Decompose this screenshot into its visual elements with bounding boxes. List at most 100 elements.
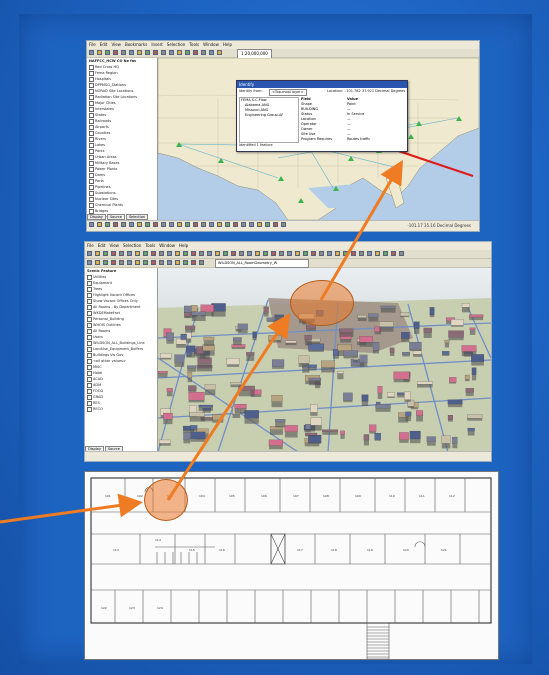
layer-checkbox[interactable]	[89, 94, 94, 100]
toolbar-button[interactable]	[127, 251, 132, 256]
layer-checkbox[interactable]	[87, 286, 92, 292]
layer-checkbox[interactable]	[89, 100, 94, 106]
menu-item[interactable]: Edit	[98, 243, 106, 248]
toolbar-button[interactable]	[111, 251, 116, 256]
toolbar-button[interactable]	[169, 50, 174, 55]
toolbar-button[interactable]	[231, 251, 236, 256]
layer-checkbox[interactable]	[87, 394, 92, 400]
layer-checkbox[interactable]	[89, 196, 94, 202]
toolbar-button[interactable]	[137, 222, 142, 227]
toolbar-button[interactable]	[271, 251, 276, 256]
toolbar-button[interactable]	[151, 260, 156, 265]
layer-checkbox[interactable]	[87, 274, 92, 280]
toolbar-button[interactable]	[151, 251, 156, 256]
menu-item[interactable]: Window	[203, 42, 219, 47]
toolbar-button[interactable]	[359, 251, 364, 256]
toolbar-button[interactable]	[399, 251, 404, 256]
toolbar-button[interactable]	[233, 222, 238, 227]
toolbar-button[interactable]	[335, 251, 340, 256]
menu-item[interactable]: File	[87, 243, 94, 248]
toolbar-button[interactable]	[175, 251, 180, 256]
toolbar-button[interactable]	[105, 222, 110, 227]
toolbar-button[interactable]	[287, 251, 292, 256]
layer-checkbox[interactable]	[87, 352, 92, 358]
menu-item[interactable]: Help	[179, 243, 188, 248]
layer-checkbox[interactable]	[89, 76, 94, 82]
toolbar-button[interactable]	[191, 251, 196, 256]
toolbar-button[interactable]	[167, 260, 172, 265]
toolbar-button[interactable]	[183, 251, 188, 256]
layer-checkbox[interactable]	[87, 376, 92, 382]
layer-checkbox[interactable]	[87, 298, 92, 304]
site-marker[interactable]	[218, 158, 224, 163]
layer-checkbox[interactable]	[89, 88, 94, 94]
menu-item[interactable]: Edit	[100, 42, 108, 47]
toolbar-button[interactable]	[343, 251, 348, 256]
toolbar-button[interactable]	[169, 222, 174, 227]
toolbar-button[interactable]	[177, 222, 182, 227]
layer-checkbox[interactable]	[89, 148, 94, 154]
menu-item[interactable]: Tools	[189, 42, 199, 47]
toolbar-button[interactable]	[103, 260, 108, 265]
toolbar-button[interactable]	[239, 251, 244, 256]
toolbar-button[interactable]	[223, 251, 228, 256]
toolbar-button[interactable]	[87, 260, 92, 265]
layer-checkbox[interactable]	[87, 310, 92, 316]
toolbar-button[interactable]	[319, 251, 324, 256]
toolbar-button[interactable]	[263, 251, 268, 256]
us-map-view[interactable]: Identify Identify from: <Top-most layer>…	[158, 58, 479, 220]
toolbar-button[interactable]	[111, 260, 116, 265]
toolbar-button[interactable]	[185, 222, 190, 227]
layer-checkbox[interactable]	[89, 118, 94, 124]
menu-item[interactable]: Tools	[145, 243, 155, 248]
toolbar-button[interactable]	[273, 222, 278, 227]
site-marker[interactable]	[456, 116, 462, 121]
layer-checkbox[interactable]	[89, 142, 94, 148]
identify-from-select[interactable]: <Top-most layer>	[269, 89, 307, 96]
menu-item[interactable]: Window	[159, 243, 175, 248]
layer-checkbox[interactable]	[89, 64, 94, 70]
toolbar-button[interactable]	[153, 222, 158, 227]
layer-checkbox[interactable]	[87, 328, 92, 334]
toolbar-button[interactable]	[135, 260, 140, 265]
layer-checkbox[interactable]	[87, 406, 92, 412]
toolbar-button[interactable]	[265, 222, 270, 227]
layer-checkbox[interactable]	[89, 190, 94, 196]
toolbar-button[interactable]	[121, 50, 126, 55]
toolbar-button[interactable]	[257, 222, 262, 227]
toolbar-button[interactable]	[327, 251, 332, 256]
layer-checkbox[interactable]	[87, 334, 92, 340]
site-marker[interactable]	[416, 121, 422, 126]
toolbar-button[interactable]	[207, 251, 212, 256]
toolbar-button[interactable]	[127, 260, 132, 265]
toolbar-button[interactable]	[145, 222, 150, 227]
toolbar-button[interactable]	[89, 50, 94, 55]
toolbar-button[interactable]	[199, 251, 204, 256]
layer-checkbox[interactable]	[89, 112, 94, 118]
toolbar-button[interactable]	[105, 50, 110, 55]
layer-checkbox[interactable]	[87, 364, 92, 370]
toolbar-button[interactable]	[191, 260, 196, 265]
toolbar-button[interactable]	[119, 260, 124, 265]
layer-checkbox[interactable]	[89, 160, 94, 166]
site-marker[interactable]	[396, 166, 402, 171]
toolbar-button[interactable]	[367, 251, 372, 256]
toolbar-button[interactable]	[135, 251, 140, 256]
toolbar-button[interactable]	[351, 251, 356, 256]
toc-layer-item[interactable]: RECO	[87, 406, 157, 412]
toolbar-button[interactable]	[201, 50, 206, 55]
toolbar-button[interactable]	[113, 50, 118, 55]
toolbar-button[interactable]	[121, 222, 126, 227]
layer-checkbox[interactable]	[87, 280, 92, 286]
toolbar-button[interactable]	[391, 251, 396, 256]
toolbar-button[interactable]	[217, 222, 222, 227]
toolbar-button[interactable]	[215, 251, 220, 256]
site-marker[interactable]	[176, 142, 182, 147]
layer-checkbox[interactable]	[89, 172, 94, 178]
toolbar-button[interactable]	[87, 251, 92, 256]
layer-checkbox[interactable]	[87, 322, 92, 328]
layer-checkbox[interactable]	[87, 400, 92, 406]
layer-checkbox[interactable]	[89, 154, 94, 160]
toolbar-button[interactable]	[103, 251, 108, 256]
toolbar-button[interactable]	[177, 50, 182, 55]
